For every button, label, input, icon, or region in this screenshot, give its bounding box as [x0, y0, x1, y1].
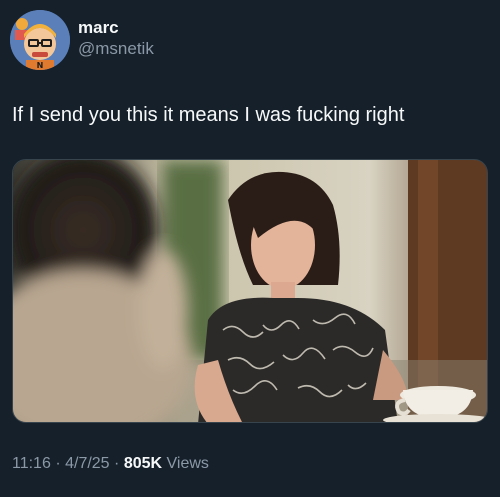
meta-separator: ·: [55, 455, 61, 472]
author-display-name[interactable]: marc: [78, 17, 154, 38]
author-names: marc @msnetik: [78, 17, 154, 60]
tweet-media-image[interactable]: [12, 159, 488, 423]
author-handle[interactable]: @msnetik: [78, 38, 154, 59]
tweet-card: N marc @msnetik If I send you this it me…: [0, 0, 500, 497]
tweet-text: If I send you this it means I was fuckin…: [12, 104, 405, 126]
avatar[interactable]: N: [10, 10, 70, 70]
svg-text:N: N: [37, 61, 44, 70]
meta-separator: ·: [114, 455, 120, 472]
tweet-time[interactable]: 11:16: [12, 455, 51, 472]
cartoon-avatar-icon: N: [10, 10, 70, 70]
views-count: 805K: [123, 455, 163, 472]
tweet-header: N marc @msnetik: [10, 10, 154, 70]
tweet-meta: 11:16 · 4/7/25 · 805K Views: [12, 455, 209, 473]
views-label: Views: [166, 455, 209, 472]
tweet-date[interactable]: 4/7/25: [65, 455, 109, 472]
video-still-image: [13, 160, 487, 422]
